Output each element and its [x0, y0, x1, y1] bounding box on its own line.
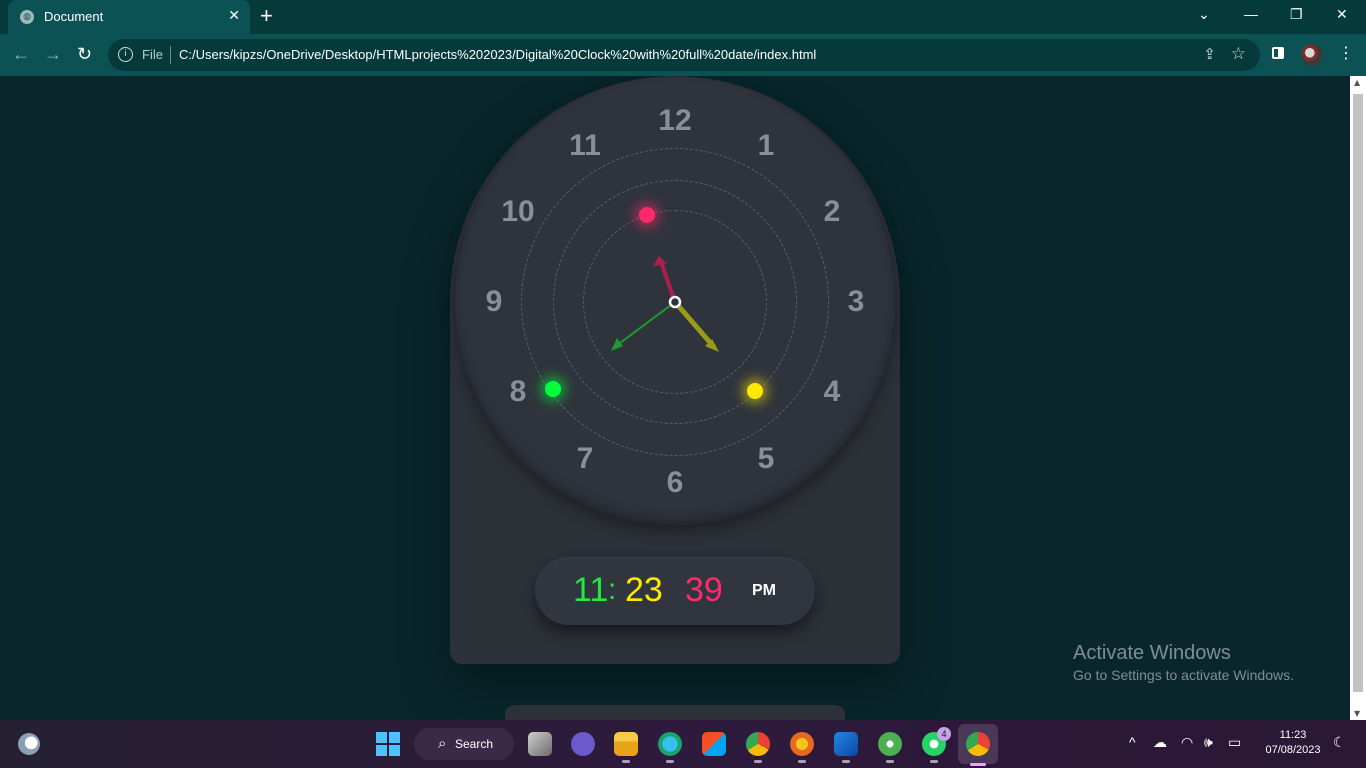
hour-hand	[611, 301, 676, 351]
taskbar-search[interactable]: ⌕ Search	[414, 728, 514, 760]
watermark-title: Activate Windows	[1073, 642, 1231, 664]
tab-search-chevron-icon[interactable]: ⌄	[1198, 6, 1210, 23]
activate-windows-watermark: Activate Windows Go to Settings to activ…	[1073, 642, 1294, 683]
notifications-moon-icon[interactable]: ☾	[1333, 734, 1346, 751]
browser-toolbar: ← → ↻ i File C:/Users/kipzs/OneDrive/Des…	[0, 34, 1366, 76]
vscode-icon[interactable]	[834, 732, 858, 763]
tab-strip: ◍ Document ✕ + ⌄ — ❐ ✕	[0, 0, 1366, 34]
scroll-up-icon[interactable]: ▲	[1354, 78, 1360, 87]
task-view-icon[interactable]	[528, 732, 552, 756]
system-clock[interactable]: 11:23 07/08/2023	[1258, 728, 1328, 758]
close-tab-icon[interactable]: ✕	[228, 8, 240, 24]
file-explorer-icon[interactable]	[614, 732, 638, 763]
clock-stand	[505, 705, 845, 720]
file-label: File	[142, 47, 163, 62]
whatsapp-badge: 4	[937, 727, 951, 741]
system-time: 11:23	[1279, 729, 1307, 741]
new-tab-button[interactable]: +	[260, 4, 273, 28]
url-text[interactable]: C:/Users/kipzs/OneDrive/Desktop/HTMLproj…	[179, 47, 816, 62]
volume-icon[interactable]: 🕪	[1204, 734, 1213, 751]
share-icon[interactable]: ⇪	[1203, 45, 1216, 63]
forward-button[interactable]: →	[44, 44, 62, 64]
minimize-button[interactable]: —	[1244, 6, 1258, 22]
digital-colon: :	[608, 573, 617, 606]
scrollbar-thumb[interactable]	[1353, 94, 1363, 692]
store-icon[interactable]	[702, 732, 726, 756]
tray-overflow-chevron-icon[interactable]: ^	[1129, 734, 1136, 750]
page-content: 12 1 2 3 4 5 6 7 8 9 10 11 11 : 23 39 PM…	[0, 76, 1350, 720]
taskbar: ⌕ Search ^ ☁ ◠ 🕪 ▭ 11:23 07/08/2023 ☾	[0, 720, 1366, 768]
vertical-scrollbar[interactable]: ▲ ▼	[1350, 76, 1366, 720]
meet-icon[interactable]	[571, 732, 595, 756]
system-date: 07/08/2023	[1265, 744, 1321, 756]
brave-icon[interactable]	[790, 732, 814, 763]
close-window-button[interactable]: ✕	[1336, 6, 1348, 23]
side-panel-icon[interactable]	[1272, 47, 1284, 59]
tab-document[interactable]: ◍ Document ✕	[8, 0, 250, 34]
digital-hours: 11	[573, 571, 609, 609]
globe-icon: ◍	[20, 10, 34, 24]
tab-title: Document	[44, 9, 104, 24]
restore-button[interactable]: ❐	[1290, 6, 1303, 23]
search-icon: ⌕	[438, 734, 447, 752]
onedrive-cloud-icon[interactable]: ☁	[1153, 734, 1167, 751]
search-label: Search	[455, 737, 494, 751]
utorrent-icon[interactable]	[878, 732, 902, 763]
start-button[interactable]	[376, 732, 400, 756]
back-button[interactable]: ←	[12, 44, 30, 64]
info-icon[interactable]: i	[118, 47, 133, 62]
digital-minutes: 23	[625, 571, 663, 609]
center-pin	[668, 295, 682, 309]
chrome-icon[interactable]	[746, 732, 770, 763]
weather-icon[interactable]	[18, 733, 40, 755]
wifi-icon[interactable]: ◠	[1181, 734, 1193, 751]
scroll-down-icon[interactable]: ▼	[1354, 709, 1360, 718]
address-bar[interactable]: i File C:/Users/kipzs/OneDrive/Desktop/H…	[108, 39, 1260, 71]
reload-button[interactable]: ↻	[77, 44, 92, 64]
minute-hand	[673, 300, 719, 352]
watermark-subtitle: Go to Settings to activate Windows.	[1073, 667, 1294, 683]
digital-ampm: PM	[752, 582, 776, 599]
menu-icon[interactable]: ⋮	[1338, 44, 1354, 62]
profile-avatar[interactable]	[1301, 44, 1323, 66]
battery-icon[interactable]: ▭	[1228, 734, 1241, 751]
chrome-active-icon[interactable]	[966, 732, 990, 756]
edge-icon[interactable]	[658, 732, 682, 763]
bookmark-star-icon[interactable]: ☆	[1231, 44, 1246, 64]
active-app-indicator	[970, 763, 986, 766]
second-hand	[653, 256, 677, 303]
digital-seconds: 39	[685, 571, 723, 609]
digital-clock: 11 : 23 39 PM	[535, 557, 815, 625]
divider	[170, 46, 171, 64]
